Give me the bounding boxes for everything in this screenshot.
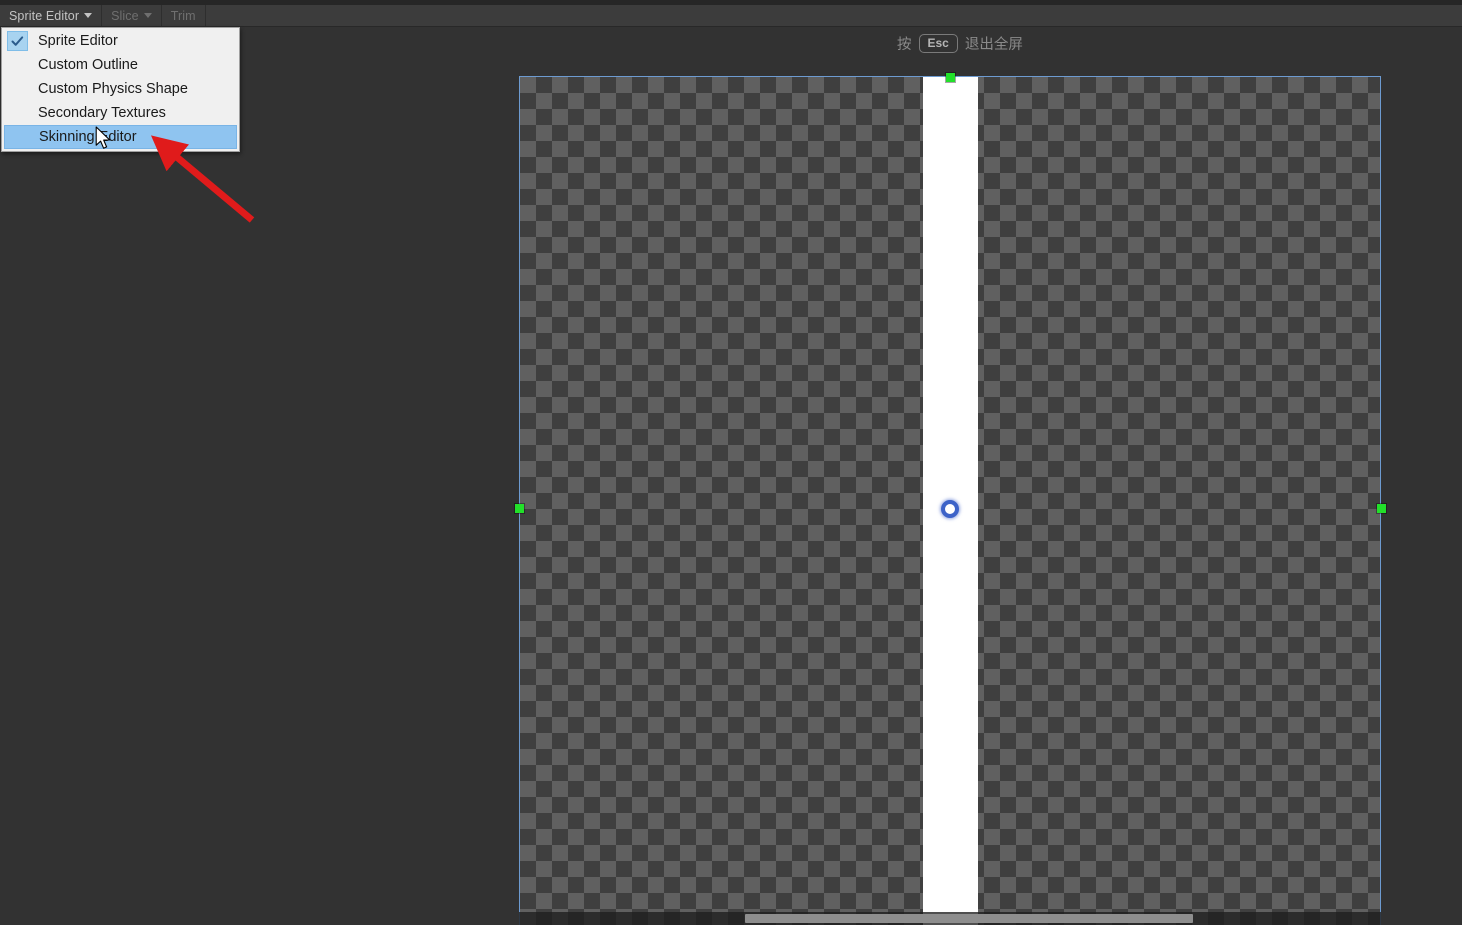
menu-item-label: Skinning Editor xyxy=(39,129,137,145)
chevron-down-icon xyxy=(143,13,152,18)
sprite-handle-left[interactable] xyxy=(515,504,524,513)
sprite-handle-top[interactable] xyxy=(946,73,955,82)
sprite-handle-right[interactable] xyxy=(1377,504,1386,513)
toolbar-item-sprite-editor[interactable]: Sprite Editor xyxy=(0,5,103,26)
menu-item-label: Sprite Editor xyxy=(38,33,118,49)
toolbar-item-slice-label: Slice xyxy=(111,8,139,23)
chevron-down-icon xyxy=(84,13,93,18)
toolbar-item-sprite-editor-label: Sprite Editor xyxy=(9,8,80,23)
menu-item-custom-outline[interactable]: Custom Outline xyxy=(2,53,239,77)
esc-key-badge: Esc xyxy=(918,34,958,53)
menu-item-label: Custom Outline xyxy=(38,57,138,73)
menu-item-skinning-editor[interactable]: Skinning Editor xyxy=(4,125,237,149)
toolbar: Sprite Editor Slice Trim xyxy=(0,5,1462,27)
horizontal-scrollbar-thumb[interactable] xyxy=(745,914,1193,923)
toolbar-item-trim[interactable]: Trim xyxy=(162,5,206,26)
menu-item-custom-physics-shape[interactable]: Custom Physics Shape xyxy=(2,77,239,101)
menu-item-label: Secondary Textures xyxy=(38,105,166,121)
sprite-editor-window: Sprite Editor Slice Trim Sprite Editor C… xyxy=(0,0,1462,925)
exit-fullscreen-prefix: 按 xyxy=(897,37,912,53)
exit-fullscreen-hint: 按 Esc 退出全屏 xyxy=(897,33,1023,54)
menu-item-sprite-editor[interactable]: Sprite Editor xyxy=(2,29,239,53)
menu-item-label: Custom Physics Shape xyxy=(38,81,188,97)
sprite-editor-dropdown-menu[interactable]: Sprite Editor Custom Outline Custom Phys… xyxy=(1,27,240,152)
horizontal-scrollbar[interactable] xyxy=(519,912,1381,925)
toolbar-item-slice[interactable]: Slice xyxy=(102,5,162,26)
checkmark-icon xyxy=(7,31,28,51)
exit-fullscreen-suffix: 退出全屏 xyxy=(964,37,1023,53)
sprite-pivot-handle[interactable] xyxy=(941,500,959,518)
toolbar-item-trim-label: Trim xyxy=(170,8,196,23)
menu-item-secondary-textures[interactable]: Secondary Textures xyxy=(2,101,239,125)
